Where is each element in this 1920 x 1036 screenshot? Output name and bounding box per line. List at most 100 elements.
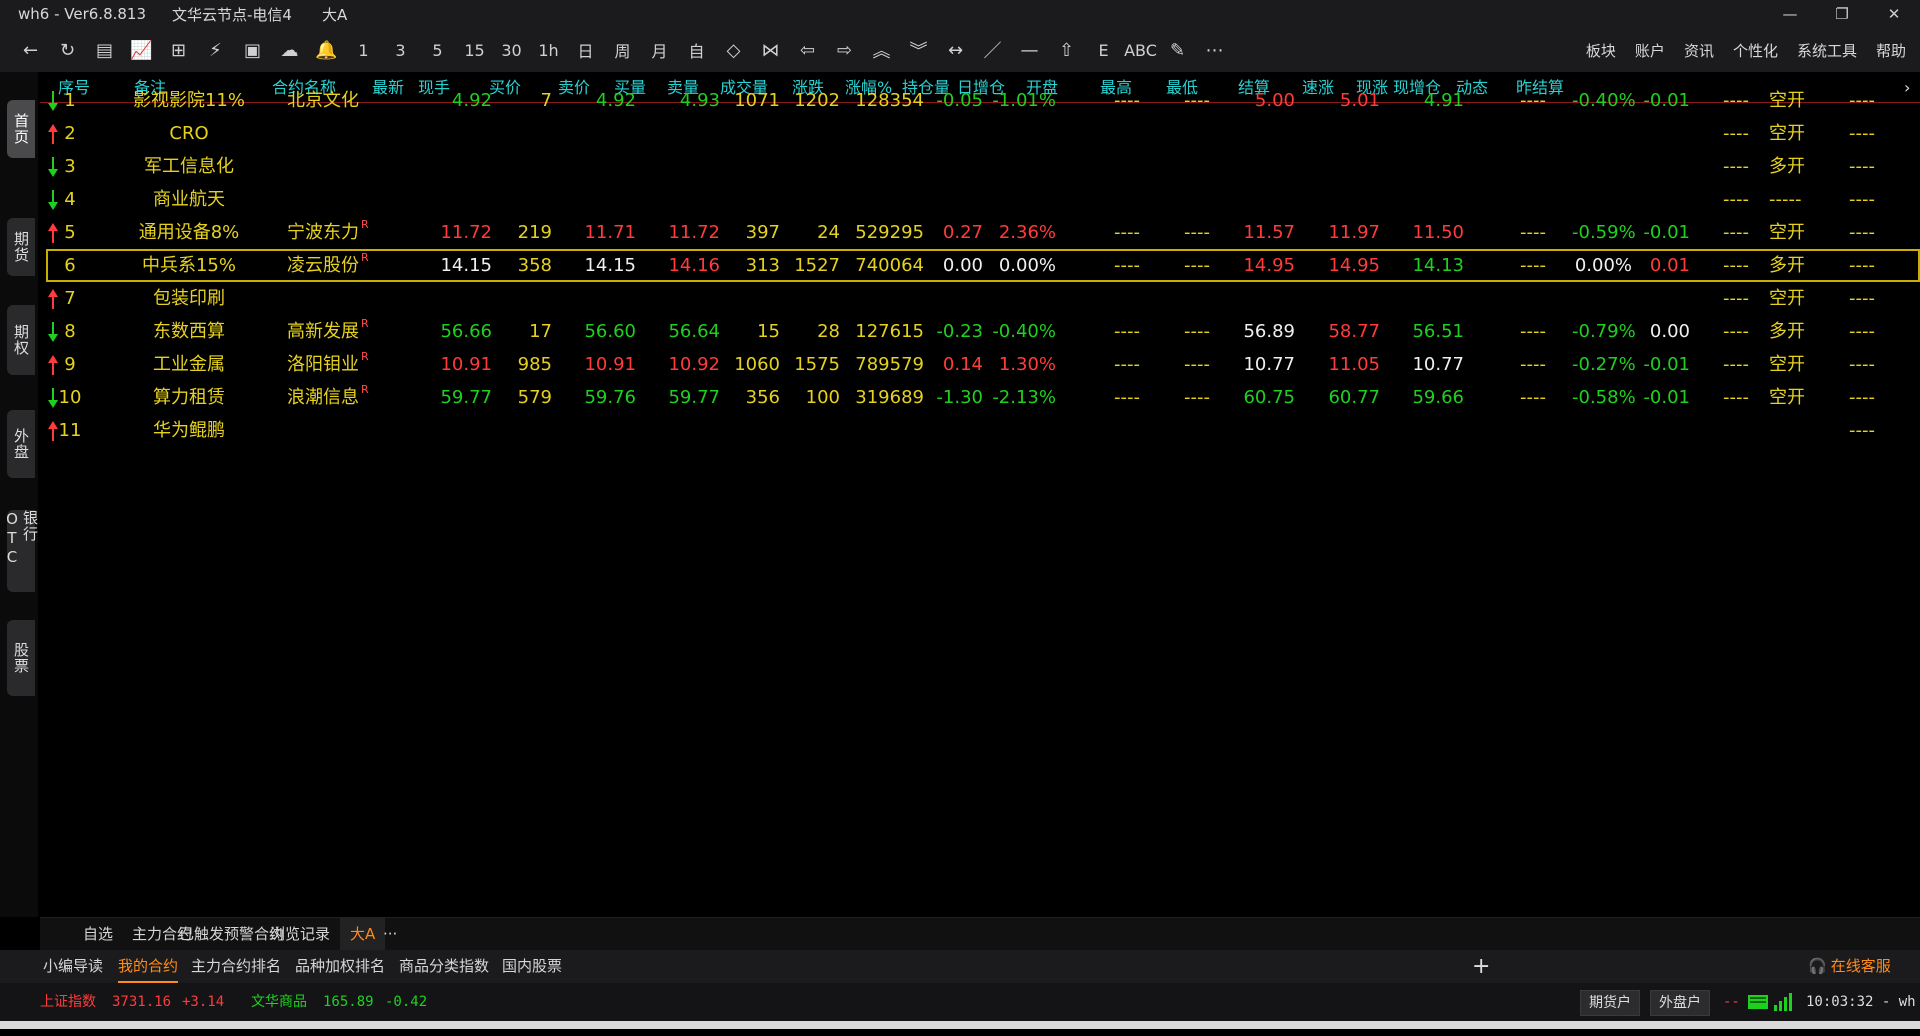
candlestick-icon[interactable]: ⊞ bbox=[160, 35, 197, 65]
period-button-18[interactable]: 自 bbox=[678, 35, 715, 65]
left-tab-2[interactable]: 期权 bbox=[7, 305, 35, 375]
menu-item-4[interactable]: 系统工具 bbox=[1797, 40, 1857, 61]
online-service-button[interactable]: 🎧 在线客服 bbox=[1808, 950, 1891, 983]
menu-item-3[interactable]: 个性化 bbox=[1733, 40, 1778, 61]
period-button-16[interactable]: 周 bbox=[604, 35, 641, 65]
table-row[interactable]: 4 商业航天 ---- ----- ---- bbox=[40, 183, 1920, 216]
back-icon[interactable]: ← bbox=[12, 35, 49, 65]
up-double-icon[interactable]: ︽ bbox=[863, 35, 900, 65]
menu-item-0[interactable]: 板块 bbox=[1586, 40, 1616, 61]
futures-account-button[interactable]: 期货户 bbox=[1580, 990, 1640, 1016]
expand-icon[interactable]: ◇ bbox=[715, 35, 752, 65]
cell-pset: ---- bbox=[1849, 123, 1875, 144]
period-button-29[interactable]: E bbox=[1085, 35, 1122, 65]
cell-bid: 4.92 bbox=[595, 90, 636, 111]
left-tab-5[interactable]: 股票 bbox=[7, 620, 35, 696]
menu-item-1[interactable]: 账户 bbox=[1635, 40, 1665, 61]
sheet-tab-4[interactable]: 大A bbox=[340, 918, 386, 950]
cell-note: 通用设备8% bbox=[138, 222, 240, 243]
table-row[interactable]: 1 影视影院11% 北京文化 4.92 7 4.92 4.93 1071 1202 128354-… bbox=[40, 84, 1920, 117]
app-title: wh6 - Ver6.8.813 bbox=[18, 5, 147, 23]
pen-line-icon[interactable]: ／ bbox=[974, 35, 1011, 65]
down-double-icon[interactable]: ︾ bbox=[900, 35, 937, 65]
index1-name[interactable]: 上证指数 bbox=[40, 983, 96, 1021]
period-button-14[interactable]: 1h bbox=[530, 35, 567, 65]
cell-settle bbox=[1496, 150, 1546, 183]
cell-high bbox=[1324, 183, 1380, 216]
line-chart-icon[interactable]: 📈 bbox=[123, 35, 160, 65]
foreign-account-button[interactable]: 外盘户 bbox=[1650, 990, 1710, 1016]
more-icon[interactable]: ⋯ bbox=[1196, 35, 1233, 65]
cloud-icon[interactable]: ☁ bbox=[271, 35, 308, 65]
period-button-15[interactable]: 日 bbox=[567, 35, 604, 65]
bottom-tab-3[interactable]: 品种加权排名 bbox=[295, 950, 385, 983]
table-row[interactable]: 7 包装印刷 ---- 空开 ---- bbox=[40, 282, 1920, 315]
cell-last: 14.15 bbox=[440, 255, 492, 276]
cell-ask bbox=[650, 150, 720, 183]
cell-chg bbox=[927, 414, 983, 447]
left-tab-4[interactable]: 银行OTC bbox=[3, 510, 39, 592]
bottom-tab-0[interactable]: 小编导读 bbox=[43, 950, 103, 983]
sheet-tab-5[interactable]: ··· bbox=[383, 918, 397, 950]
cell-last bbox=[432, 117, 492, 150]
left-side-tabs: 首页期货期权外盘银行OTC 股票 bbox=[0, 72, 39, 917]
table-row[interactable]: 6 中兵系15% 凌云股份 R 14.15 358 14.15 14.16 313 1527 740… bbox=[46, 249, 1920, 282]
cell-bidv bbox=[728, 150, 780, 183]
left-tab-1[interactable]: 期货 bbox=[7, 218, 35, 276]
horizontal-line-icon[interactable]: — bbox=[1011, 35, 1048, 65]
shift-icon[interactable]: ⇧ bbox=[1048, 35, 1085, 65]
table-row[interactable]: 11 华为鲲鹏 ---- bbox=[40, 414, 1920, 447]
left-tab-3[interactable]: 外盘 bbox=[7, 410, 35, 478]
sheet-tab-2[interactable]: 已触发预警合约 bbox=[179, 918, 284, 950]
cell-chg: 0.00 bbox=[942, 255, 983, 276]
table-row[interactable]: 5 通用设备8% 宁波东力 R 11.72 219 11.71 11.72 397 24 52929… bbox=[40, 216, 1920, 249]
bottom-tab-1[interactable]: 我的合约 bbox=[118, 950, 179, 983]
minimize-button[interactable]: — bbox=[1764, 0, 1816, 28]
cell-nowchg: -0.01 bbox=[1643, 222, 1690, 243]
refresh-icon[interactable]: ↻ bbox=[49, 35, 86, 65]
menu-item-2[interactable]: 资讯 bbox=[1684, 40, 1714, 61]
left-icon[interactable]: ⇦ bbox=[789, 35, 826, 65]
kline-edit-icon[interactable]: ⚡ bbox=[197, 35, 234, 65]
menu-item-5[interactable]: 帮助 bbox=[1876, 40, 1906, 61]
cell-cur: 17 bbox=[529, 321, 552, 342]
quote-icon[interactable]: ▣ bbox=[234, 35, 271, 65]
period-button-9[interactable]: 1 bbox=[345, 35, 382, 65]
eraser-icon[interactable]: ✎ bbox=[1159, 35, 1196, 65]
cell-note: 军工信息化 bbox=[144, 156, 234, 177]
bottom-tab-4[interactable]: 商品分类指数 bbox=[399, 950, 489, 983]
cell-nowoi: ---- bbox=[1723, 90, 1749, 111]
period-button-17[interactable]: 月 bbox=[641, 35, 678, 65]
bottom-tab-2[interactable]: 主力合约排名 bbox=[191, 950, 281, 983]
period-button-11[interactable]: 5 bbox=[419, 35, 456, 65]
fit-icon[interactable]: ↔ bbox=[937, 35, 974, 65]
cell-oi: ---- bbox=[1114, 354, 1140, 375]
add-tab-button[interactable]: + bbox=[1472, 950, 1490, 983]
left-tab-0[interactable]: 首页 bbox=[7, 100, 35, 158]
table-row[interactable]: 9 工业金属 洛阳钼业 R 10.91 985 10.91 10.92 1060 1575 7895… bbox=[40, 348, 1920, 381]
close-button[interactable]: ✕ bbox=[1868, 0, 1920, 28]
bell-icon[interactable]: 🔔 bbox=[308, 35, 345, 65]
cell-vol: 740064 bbox=[855, 255, 924, 276]
bottom-tab-5[interactable]: 国内股票 bbox=[502, 950, 562, 983]
cell-vol bbox=[848, 150, 924, 183]
right-icon[interactable]: ⇨ bbox=[826, 35, 863, 65]
sheet-tab-3[interactable]: 浏览记录 bbox=[270, 918, 330, 950]
cell-high: 60.77 bbox=[1328, 387, 1380, 408]
period-button-10[interactable]: 3 bbox=[382, 35, 419, 65]
period-button-30[interactable]: ABC bbox=[1122, 35, 1159, 65]
sheet-tab-0[interactable]: 自选 bbox=[83, 918, 113, 950]
compress-icon[interactable]: ⋈ bbox=[752, 35, 789, 65]
period-button-13[interactable]: 30 bbox=[493, 35, 530, 65]
period-button-12[interactable]: 15 bbox=[456, 35, 493, 65]
cell-high: 11.97 bbox=[1328, 222, 1380, 243]
table-row[interactable]: 8 东数西算 高新发展 R 56.66 17 56.60 56.64 15 28 127615 -0.… bbox=[40, 315, 1920, 348]
table-row[interactable]: 2 CRO ---- 空开 ---- bbox=[40, 117, 1920, 150]
table-row[interactable]: 10 算力租赁 浪潮信息 R 59.77 579 59.76 59.77 356 100 31968… bbox=[40, 381, 1920, 414]
restore-button[interactable]: ❐ bbox=[1816, 0, 1868, 28]
list-icon[interactable]: ▤ bbox=[86, 35, 123, 65]
index2-name[interactable]: 文华商品 bbox=[251, 983, 307, 1021]
cell-oi: ---- bbox=[1114, 321, 1140, 342]
cell-nowchg: -0.01 bbox=[1643, 387, 1690, 408]
table-row[interactable]: 3 军工信息化 ---- 多开 ---- bbox=[40, 150, 1920, 183]
